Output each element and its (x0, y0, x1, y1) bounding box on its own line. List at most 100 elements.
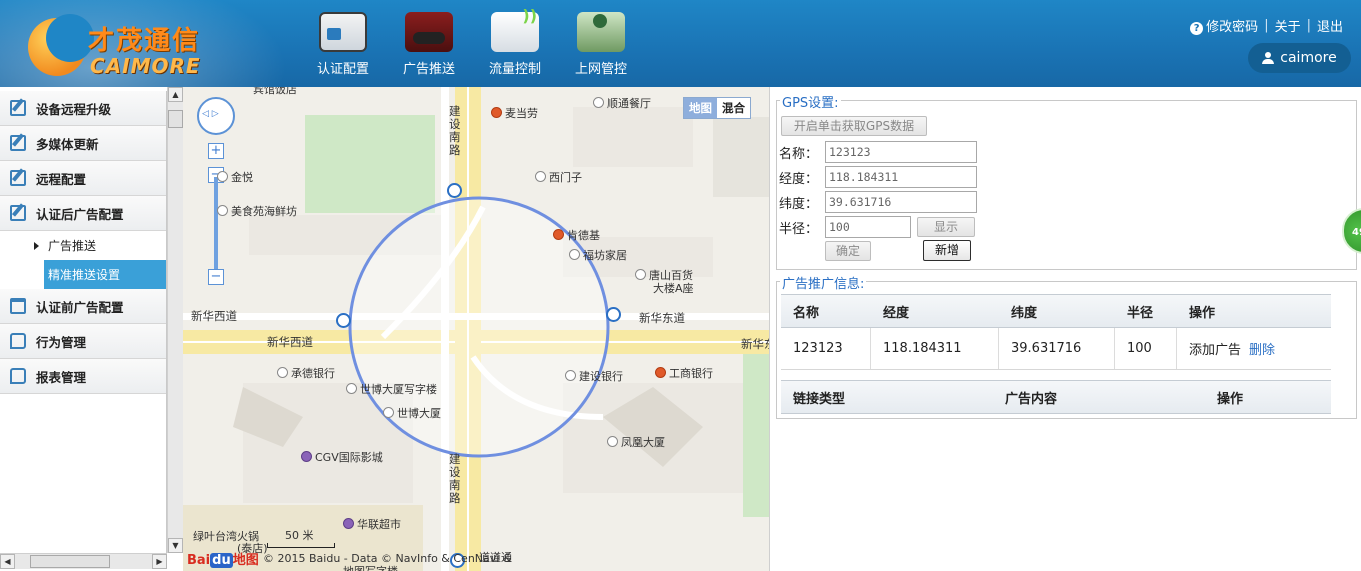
bus-stop-icon[interactable] (606, 307, 621, 322)
bus-stop-icon[interactable] (447, 183, 462, 198)
name-row: 名称： 123123 (779, 141, 977, 163)
edit-icon (10, 170, 26, 186)
bank-icon (565, 370, 576, 381)
add-button[interactable]: 新增 (923, 240, 971, 261)
map-type-map[interactable]: 地图 (684, 98, 717, 118)
restaurant-icon (217, 205, 228, 216)
road-label: 新华西道 (191, 309, 237, 323)
table-row: 123123 118.184311 39.631716 100 添加广告 删除 (781, 328, 1331, 370)
cinema-icon (301, 451, 312, 462)
lat-input[interactable]: 39.631716 (825, 191, 977, 213)
gps-legend: GPS设置: (780, 92, 841, 111)
row-actions: 添加广告 删除 (1177, 328, 1327, 369)
bank-icon (277, 367, 288, 378)
map-canvas (183, 87, 769, 571)
user-menu[interactable]: caimore (1248, 43, 1351, 73)
edit-icon (10, 100, 26, 116)
top-links: ? 修改密码 | 关于 | 退出 (1190, 16, 1343, 35)
poi-label: 华联超市 (343, 516, 401, 532)
nav-ad-push[interactable]: 广告推送 (386, 10, 472, 80)
bank-icon (655, 367, 666, 378)
map-type-hybrid[interactable]: 混合 (717, 98, 750, 118)
about-link[interactable]: 关于 (1275, 16, 1301, 35)
zoom-slider[interactable] (214, 177, 218, 277)
map-pan-icon[interactable] (197, 97, 235, 135)
nav-flow-control[interactable]: 流量控制 (472, 6, 558, 80)
sidebar-sub-list: 广告推送 精准推送设置 (0, 231, 166, 289)
brand-cn: 才茂通信 (88, 26, 201, 56)
brand-logo: 才茂通信 CAIMORE (28, 14, 218, 78)
help-icon: ? (1190, 22, 1204, 35)
poi-label: 承德银行 (277, 365, 335, 381)
scroll-down-icon[interactable]: ▼ (168, 538, 183, 553)
poi-label: 顺通餐厅 (593, 95, 651, 111)
poi-label: 西门子 (535, 169, 582, 185)
poi-label: 肯德基 (553, 227, 600, 243)
road-label: 建设南路 (449, 452, 461, 505)
ad-wallet-icon (405, 12, 453, 52)
scale-label: 50 米 (285, 529, 314, 542)
sidebar-vscrollbar[interactable]: ▲ ▼ (167, 87, 183, 553)
map-type-switch: 地图 混合 (683, 97, 751, 119)
scroll-up-icon[interactable]: ▲ (168, 87, 183, 102)
baidu-logo: Bai du 地图 (187, 553, 259, 568)
user-icon (1262, 52, 1275, 64)
radius-input[interactable]: 100 (825, 216, 911, 238)
poi-label: 凤凰大厦 (607, 434, 665, 450)
bus-stop-icon[interactable] (336, 313, 351, 328)
auth-card-icon (319, 12, 367, 52)
add-ad-link[interactable]: 添加广告 (1189, 339, 1241, 358)
confirm-button[interactable]: 确定 (825, 241, 871, 261)
sidebar-item-report[interactable]: 报表管理 (0, 359, 166, 394)
ad-table-header: 名称 经度 纬度 半径 操作 (781, 294, 1331, 328)
ad-info-legend: 广告推广信息: (780, 273, 867, 292)
poi-label: 建设银行 (565, 368, 623, 384)
delete-link[interactable]: 删除 (1249, 339, 1275, 358)
radius-row: 半径： 100 (779, 216, 911, 238)
name-input[interactable]: 123123 (825, 141, 977, 163)
kfc-icon (553, 229, 564, 240)
lat-row: 纬度： 39.631716 (779, 191, 977, 213)
sidebar-item-pre-auth-ad[interactable]: 认证前广告配置 (0, 289, 166, 324)
scroll-right-icon[interactable]: ▶ (152, 554, 167, 569)
sidebar-sub-ad-push[interactable]: 广告推送 (0, 231, 166, 260)
sidebar-hscrollbar[interactable]: ◀ ▶ (0, 553, 167, 569)
ad-table: 名称 经度 纬度 半径 操作 123123 118.184311 39.6317… (781, 294, 1331, 414)
scroll-thumb[interactable] (168, 110, 183, 128)
scale-bar (267, 543, 335, 548)
poi-label: 大楼A座 (653, 282, 694, 295)
sidebar-item-post-auth-ad[interactable]: 认证后广告配置 (0, 196, 166, 231)
building-icon (635, 269, 646, 280)
sidebar-item-remote-config[interactable]: 远程配置 (0, 161, 166, 196)
shop-icon (343, 518, 354, 529)
calendar-icon (10, 298, 26, 314)
gps-settings: GPS设置: 开启单击获取GPS数据 名称： 123123 经度： 118.18… (776, 92, 1357, 270)
poi-label: CGV国际影城 (301, 449, 383, 465)
lng-input[interactable]: 118.184311 (825, 166, 977, 188)
map-nav-control: + − − (197, 97, 235, 285)
road-label: 新华东 (741, 337, 769, 351)
zoom-in-icon[interactable]: + (208, 143, 224, 159)
scroll-left-icon[interactable]: ◀ (0, 554, 15, 569)
map-copyright: © 2015 Baidu - Data © NavInfo & CenNavi … (263, 552, 512, 565)
hscroll-thumb[interactable] (30, 555, 110, 568)
change-password-link[interactable]: ? 修改密码 (1190, 16, 1258, 35)
sidebar-item-behavior[interactable]: 行为管理 (0, 324, 166, 359)
nav-net-control[interactable]: 上网管控 (558, 10, 644, 80)
map-view[interactable]: + − − 地图 混合 宾馆饭店 麦当劳 顺通餐厅 西门子 金悦 美食苑海鲜坊 … (183, 87, 770, 571)
fetch-gps-button[interactable]: 开启单击获取GPS数据 (781, 116, 927, 136)
show-button[interactable]: 显示 (917, 217, 975, 237)
nav-auth-config[interactable]: 认证配置 (300, 10, 386, 80)
zoom-out-icon[interactable]: − (208, 269, 224, 285)
sidebar-item-media-update[interactable]: 多媒体更新 (0, 126, 166, 161)
ad-info: 广告推广信息: 名称 经度 纬度 半径 操作 123123 118.184311… (776, 273, 1357, 419)
sidebar-item-remote-upgrade[interactable]: 设备远程升级 (0, 91, 166, 126)
building-icon (346, 383, 357, 394)
sidebar-sub-precise-push[interactable]: 精准推送设置 (44, 260, 166, 289)
sidebar: 设备远程升级 多媒体更新 远程配置 认证后广告配置 广告推送 精准推送设置 认证… (0, 91, 167, 557)
chat-icon (10, 333, 26, 349)
logout-link[interactable]: 退出 (1317, 16, 1343, 35)
poi-dot-icon (217, 171, 228, 182)
edit-icon (10, 205, 26, 221)
poi-label: 麦当劳 (491, 105, 538, 121)
